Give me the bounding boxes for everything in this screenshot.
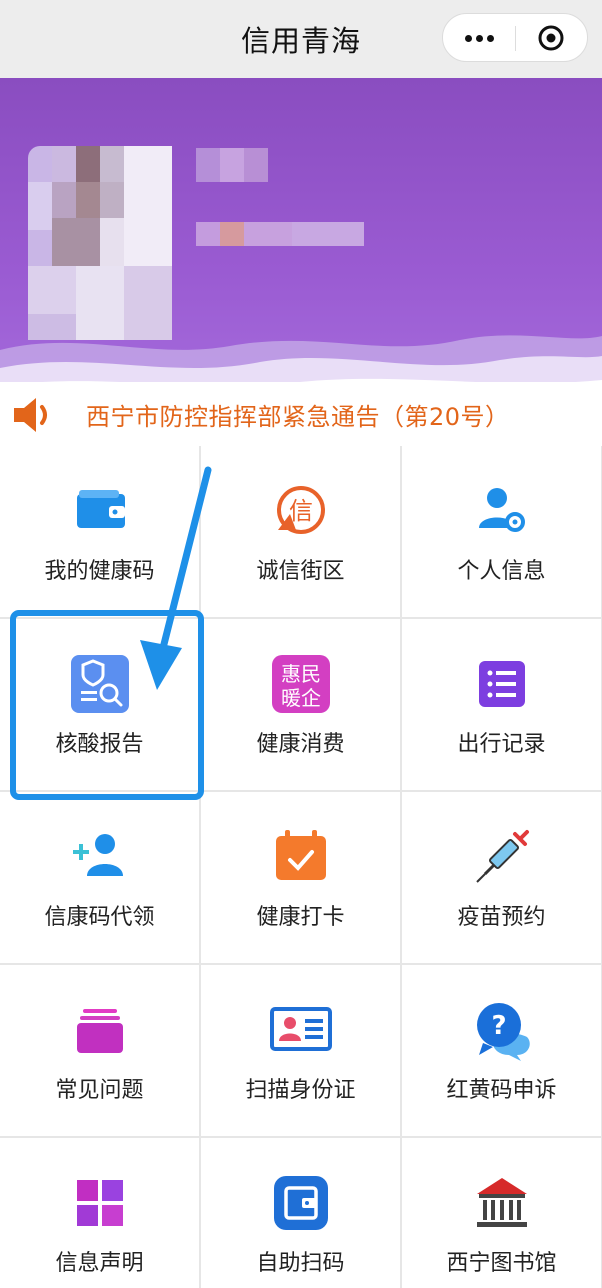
grid-item-faq[interactable]: 常见问题 — [0, 965, 199, 1136]
grid-item-label: 诚信街区 — [256, 559, 345, 584]
syringe-icon — [471, 826, 533, 888]
grid-item-vaccine-booking[interactable]: 疫苗预约 — [402, 792, 601, 963]
grid-item-health-code[interactable]: 我的健康码 — [0, 446, 199, 617]
grid-squares-icon — [69, 1172, 131, 1234]
calendar-check-icon — [270, 826, 332, 888]
speaker-icon — [12, 396, 58, 438]
svg-text:暖企: 暖企 — [281, 686, 321, 710]
notice-text[interactable]: 西宁市防控指挥部紧急通告（第20号） — [86, 397, 510, 432]
grid-item-label: 西宁图书馆 — [446, 1251, 557, 1276]
svg-text:信: 信 — [289, 497, 313, 525]
list-icon — [471, 653, 533, 715]
profile-header — [0, 78, 602, 400]
highlight-frame — [10, 610, 204, 800]
grid-item-label: 信息声明 — [55, 1251, 144, 1276]
grid-item-xining-library[interactable]: 西宁图书馆 — [402, 1138, 601, 1288]
grid-item-label: 红黄码申诉 — [446, 1078, 557, 1103]
add-user-icon — [69, 826, 131, 888]
id-card-icon — [269, 999, 332, 1061]
blurred-username — [196, 148, 268, 182]
more-dots-icon[interactable] — [443, 14, 515, 63]
grid-item-info-statement[interactable]: 信息声明 — [0, 1138, 199, 1288]
blurred-id-info — [196, 222, 364, 246]
grid-item-travel-record[interactable]: 出行记录 — [402, 619, 601, 790]
grid-item-personal-info[interactable]: 个人信息 — [402, 446, 601, 617]
notice-bar[interactable]: 西宁市防控指挥部紧急通告（第20号） — [0, 382, 602, 446]
grid-item-health-checkin[interactable]: 健康打卡 — [201, 792, 400, 963]
benefit-icon: 惠民 暖企 — [270, 653, 332, 715]
service-grid: 我的健康码 信 诚信街区 个人信息 核酸报告 惠民 暖企 健康消费 出行记录 信… — [0, 446, 602, 1288]
grid-item-label: 个人信息 — [457, 559, 546, 584]
grid-item-label: 出行记录 — [457, 732, 546, 757]
stack-icon — [69, 999, 131, 1061]
svg-text:?: ? — [491, 1011, 506, 1041]
question-bubble-icon: ? — [471, 999, 533, 1061]
navigation-bar: 信用青海 — [0, 0, 602, 78]
grid-item-health-consumption[interactable]: 惠民 暖企 健康消费 — [201, 619, 400, 790]
grid-item-label: 健康打卡 — [256, 905, 345, 930]
grid-item-label: 自助扫码 — [256, 1251, 345, 1276]
wallet-scan-icon — [270, 1172, 332, 1234]
close-circle-icon[interactable] — [516, 14, 588, 63]
grid-item-label: 信康码代领 — [44, 905, 155, 930]
grid-item-scan-id[interactable]: 扫描身份证 — [201, 965, 400, 1136]
grid-item-credit-block[interactable]: 信 诚信街区 — [201, 446, 400, 617]
grid-item-label: 扫描身份证 — [245, 1078, 356, 1103]
grid-item-label: 疫苗预约 — [457, 905, 546, 930]
grid-item-label: 常见问题 — [55, 1078, 144, 1103]
credit-badge-icon: 信 — [270, 480, 332, 542]
wallet-icon — [69, 480, 131, 542]
user-settings-icon — [471, 480, 533, 542]
grid-item-label: 健康消费 — [256, 732, 345, 757]
grid-item-self-scan[interactable]: 自助扫码 — [201, 1138, 400, 1288]
grid-item-proxy-code[interactable]: 信康码代领 — [0, 792, 199, 963]
grid-item-label: 我的健康码 — [44, 559, 155, 584]
library-icon — [471, 1172, 533, 1234]
grid-item-code-appeal[interactable]: ? 红黄码申诉 — [402, 965, 601, 1136]
mini-program-capsule — [442, 13, 588, 62]
svg-text:惠民: 惠民 — [281, 662, 321, 686]
